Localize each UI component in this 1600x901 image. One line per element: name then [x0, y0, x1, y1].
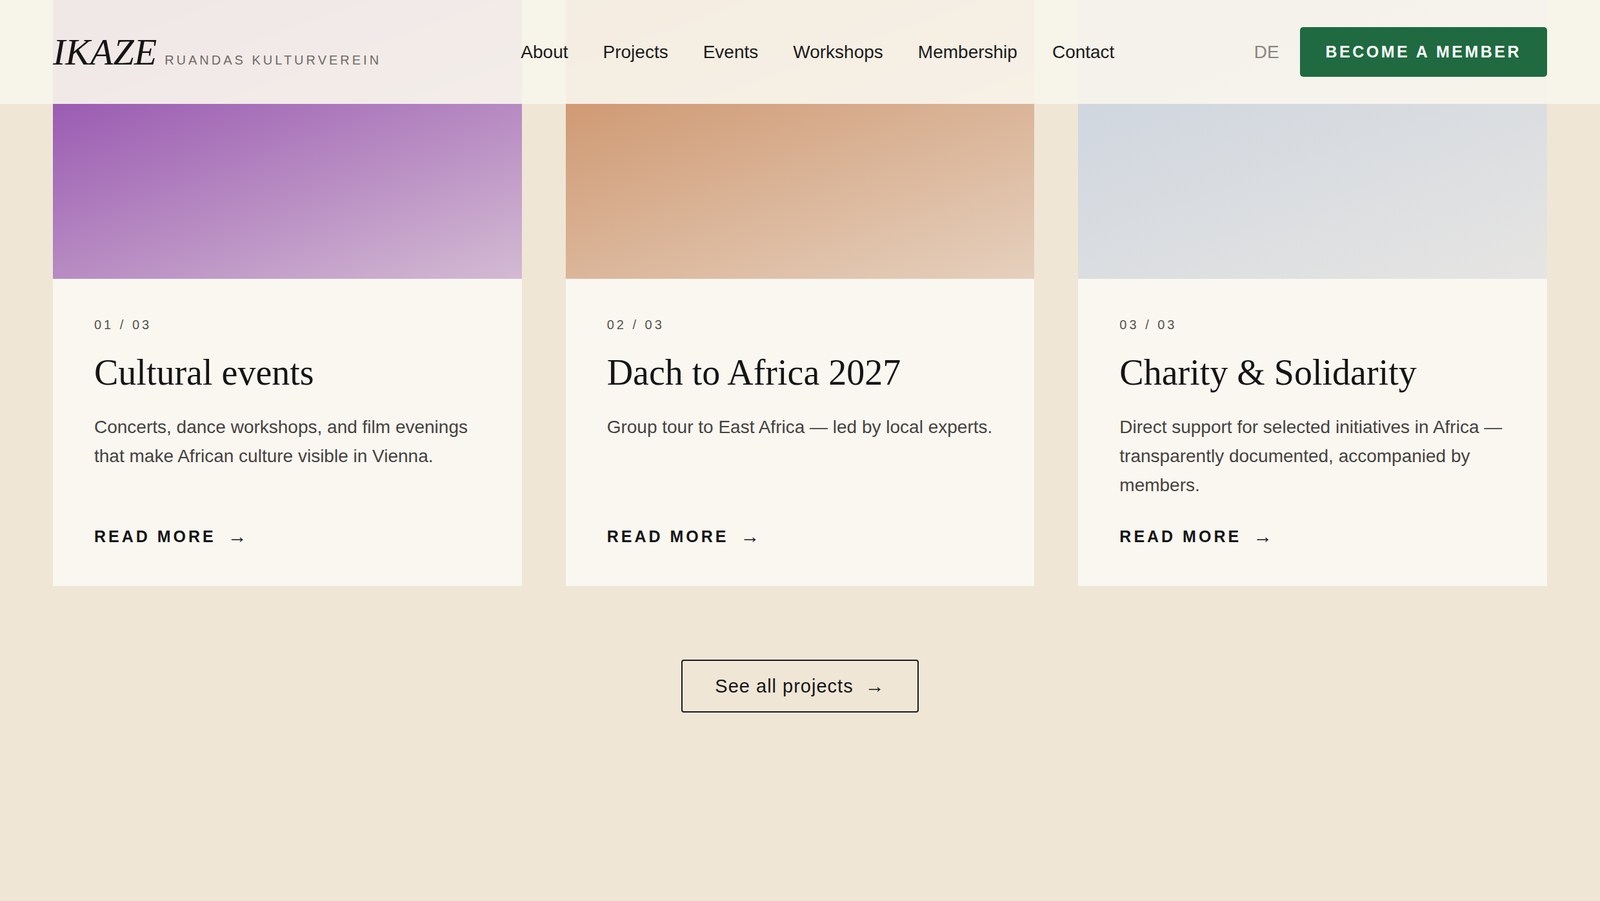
logo-text: IKAZE: [52, 30, 157, 74]
page: IKAZE RUANDAS KULTURVEREIN About Projects Ev…: [0, 0, 1600, 901]
card-title: Dach to Africa 2027: [607, 351, 994, 393]
header-actions: DE BECOME A MEMBER: [1254, 27, 1548, 77]
nav-item[interactable]: Projects: [603, 41, 669, 63]
read-more-link[interactable]: READ MORE→: [94, 525, 481, 548]
card-description: Group tour to East Africa — led by local…: [607, 412, 994, 500]
card-body: 01 / 03 Cultural events Concerts, dance wo…: [52, 278, 522, 586]
main-nav: About Projects Events Workshops Membership Co…: [520, 41, 1115, 63]
arrow-icon: →: [227, 525, 248, 548]
nav-item[interactable]: About: [520, 41, 568, 63]
arrow-icon: →: [740, 525, 760, 548]
read-more-link[interactable]: READ MORE→: [1119, 525, 1506, 548]
nav-item[interactable]: Membership: [918, 41, 1018, 63]
card-description: Direct support for selected initiatives …: [1119, 412, 1506, 500]
nav-item[interactable]: Workshops: [792, 41, 884, 63]
site-header: IKAZE RUANDAS KULTURVEREIN About Projects Ev…: [0, 0, 1600, 104]
card-index: 03 / 03: [1119, 317, 1506, 333]
card-title: Cultural events: [94, 351, 481, 393]
read-more-link[interactable]: READ MORE→: [607, 525, 994, 548]
become-member-button[interactable]: BECOME A MEMBER: [1300, 27, 1548, 77]
card-index: 01 / 03: [94, 317, 481, 333]
arrow-icon: →: [865, 674, 886, 697]
card-body: 03 / 03 Charity & Solidarity Direct suppor…: [1078, 278, 1548, 586]
all-projects-row: See all projects→: [0, 585, 1600, 713]
logo[interactable]: IKAZE RUANDAS KULTURVEREIN: [52, 30, 382, 74]
arrow-icon: →: [1252, 525, 1273, 548]
card-description: Concerts, dance workshops, and film even…: [94, 412, 481, 500]
card-index: 02 / 03: [607, 317, 994, 333]
card-body: 02 / 03 Dach to Africa 2027 Group tour to …: [565, 278, 1035, 586]
see-all-projects-button[interactable]: See all projects→: [681, 659, 919, 713]
nav-item[interactable]: Events: [703, 41, 759, 63]
tagline: RUANDAS KULTURVEREIN: [164, 52, 382, 68]
nav-item[interactable]: Contact: [1052, 41, 1115, 63]
card-title: Charity & Solidarity: [1119, 351, 1506, 393]
language-switch[interactable]: DE: [1254, 41, 1280, 63]
